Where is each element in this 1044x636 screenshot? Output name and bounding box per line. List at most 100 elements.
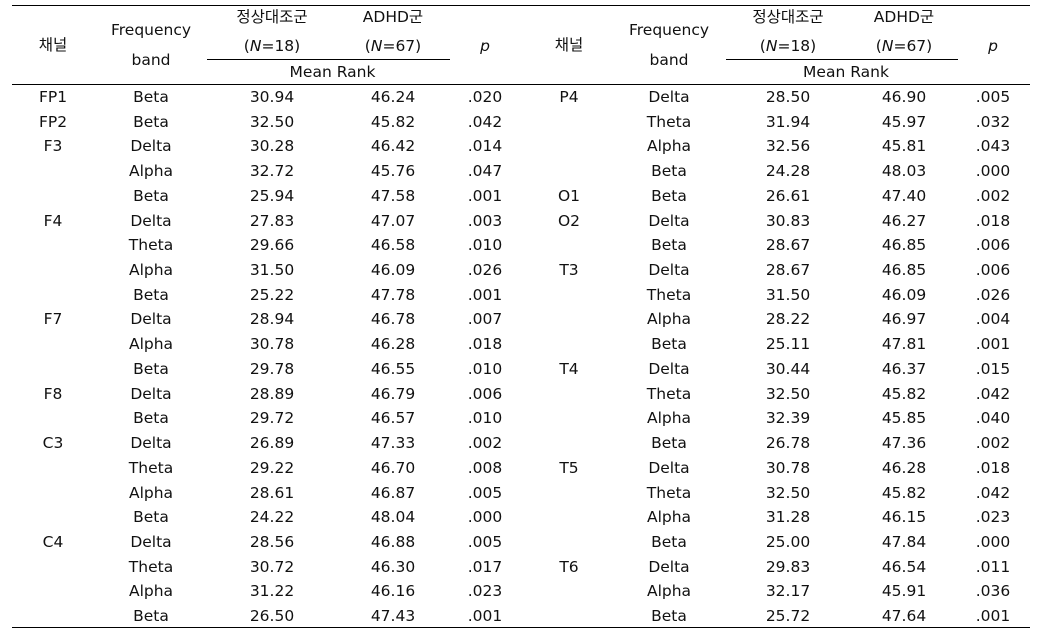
- control-mean-rank-cell: 30.78: [765, 458, 811, 477]
- right-header-band-line1: Frequency: [628, 21, 710, 39]
- p-value-cell: .006: [975, 261, 1011, 280]
- control-mean-rank-cell: 32.56: [765, 137, 811, 156]
- band-cell: Beta: [133, 409, 169, 428]
- control-mean-rank-cell: 24.22: [249, 508, 295, 527]
- p-value-cell: .001: [467, 186, 503, 205]
- channel-cell: F4: [43, 211, 63, 230]
- control-mean-rank-cell: 28.50: [765, 88, 811, 106]
- band-cell: Delta: [648, 261, 690, 280]
- p-value-cell: .005: [975, 88, 1011, 106]
- control-mean-rank-cell: 31.94: [765, 112, 811, 131]
- control-mean-rank-cell: 32.72: [249, 162, 295, 181]
- band-cell: Alpha: [646, 409, 692, 428]
- channel-cell: FP1: [38, 88, 68, 106]
- left-header-control-n: (N=18): [244, 36, 300, 56]
- adhd-mean-rank-cell: 46.79: [370, 384, 416, 403]
- p-value-cell: .023: [467, 582, 503, 601]
- band-cell: Theta: [128, 236, 174, 255]
- band-cell: Theta: [128, 557, 174, 576]
- p-value-cell: .036: [975, 582, 1011, 601]
- band-cell: Alpha: [128, 335, 174, 354]
- n-symbol: N: [249, 37, 262, 55]
- control-mean-rank-cell: 25.00: [765, 532, 811, 551]
- p-value-cell: .002: [975, 186, 1011, 205]
- adhd-mean-rank-cell: 47.64: [881, 607, 927, 626]
- band-cell: Alpha: [128, 162, 174, 181]
- n-symbol: N: [765, 37, 778, 55]
- adhd-mean-rank-cell: 46.78: [370, 310, 416, 329]
- band-cell: Alpha: [128, 261, 174, 280]
- band-cell: Beta: [133, 607, 169, 626]
- adhd-mean-rank-cell: 45.82: [881, 384, 927, 403]
- n-symbol: N: [881, 37, 894, 55]
- channel-cell: P4: [559, 88, 579, 106]
- channel-cell: F3: [43, 137, 63, 156]
- adhd-mean-rank-cell: 46.24: [370, 88, 416, 106]
- adhd-mean-rank-cell: 46.88: [370, 532, 416, 551]
- adhd-mean-rank-cell: 46.27: [881, 211, 927, 230]
- band-cell: Beta: [133, 88, 169, 106]
- p-value-cell: .002: [975, 434, 1011, 453]
- control-mean-rank-cell: 30.78: [249, 335, 295, 354]
- channel-cell: T3: [559, 261, 579, 280]
- p-value-cell: .015: [975, 359, 1011, 378]
- band-cell: Beta: [133, 285, 169, 304]
- p-value-cell: .010: [467, 409, 503, 428]
- p-value-cell: .042: [467, 112, 503, 131]
- band-cell: Alpha: [128, 483, 174, 502]
- adhd-mean-rank-cell: 45.82: [370, 112, 416, 131]
- band-cell: Delta: [648, 557, 690, 576]
- p-value-cell: .006: [467, 384, 503, 403]
- control-mean-rank-cell: 26.78: [765, 434, 811, 453]
- adhd-mean-rank-cell: 46.57: [370, 409, 416, 428]
- band-cell: Delta: [648, 88, 690, 106]
- right-header-band-line2: band: [649, 51, 689, 69]
- adhd-mean-rank-cell: 47.36: [881, 434, 927, 453]
- control-mean-rank-cell: 29.22: [249, 458, 295, 477]
- right-header-mean-rank: Mean Rank: [803, 63, 889, 81]
- p-value-cell: .018: [467, 335, 503, 354]
- adhd-mean-rank-cell: 46.28: [370, 335, 416, 354]
- control-mean-rank-cell: 28.94: [249, 310, 295, 329]
- control-mean-rank-cell: 28.56: [249, 532, 295, 551]
- control-mean-rank-cell: 30.44: [765, 359, 811, 378]
- n-value: =67): [382, 37, 422, 55]
- adhd-mean-rank-cell: 46.54: [881, 557, 927, 576]
- channel-cell: FP2: [38, 112, 68, 131]
- n-value: =67): [893, 37, 933, 55]
- band-cell: Beta: [651, 236, 687, 255]
- p-value-cell: .017: [467, 557, 503, 576]
- control-mean-rank-cell: 26.50: [249, 607, 295, 626]
- band-cell: Delta: [130, 137, 172, 156]
- control-mean-rank-cell: 32.50: [249, 112, 295, 131]
- p-value-cell: .000: [975, 532, 1011, 551]
- n-value: =18): [777, 37, 817, 55]
- control-mean-rank-cell: 31.22: [249, 582, 295, 601]
- adhd-mean-rank-cell: 46.15: [881, 508, 927, 527]
- adhd-mean-rank-cell: 47.43: [370, 607, 416, 626]
- control-mean-rank-cell: 31.50: [765, 285, 811, 304]
- control-mean-rank-cell: 30.72: [249, 557, 295, 576]
- adhd-mean-rank-cell: 48.03: [881, 162, 927, 181]
- band-cell: Beta: [133, 112, 169, 131]
- band-cell: Delta: [130, 434, 172, 453]
- adhd-mean-rank-cell: 46.90: [881, 88, 927, 106]
- p-value-cell: .001: [975, 607, 1011, 626]
- band-cell: Alpha: [646, 582, 692, 601]
- p-value-cell: .004: [975, 310, 1011, 329]
- p-value-cell: .005: [467, 532, 503, 551]
- adhd-mean-rank-cell: 46.42: [370, 137, 416, 156]
- left-header-adhd-group: ADHD군: [362, 8, 424, 26]
- channel-cell: O1: [557, 186, 581, 205]
- band-cell: Theta: [646, 483, 692, 502]
- control-mean-rank-cell: 28.89: [249, 384, 295, 403]
- p-value-cell: .001: [467, 285, 503, 304]
- p-value-cell: .001: [975, 335, 1011, 354]
- p-value-cell: .000: [975, 162, 1011, 181]
- p-value-cell: .023: [975, 508, 1011, 527]
- adhd-mean-rank-cell: 45.97: [881, 112, 927, 131]
- adhd-mean-rank-cell: 46.87: [370, 483, 416, 502]
- control-mean-rank-cell: 32.39: [765, 409, 811, 428]
- adhd-mean-rank-cell: 45.91: [881, 582, 927, 601]
- control-mean-rank-cell: 25.94: [249, 186, 295, 205]
